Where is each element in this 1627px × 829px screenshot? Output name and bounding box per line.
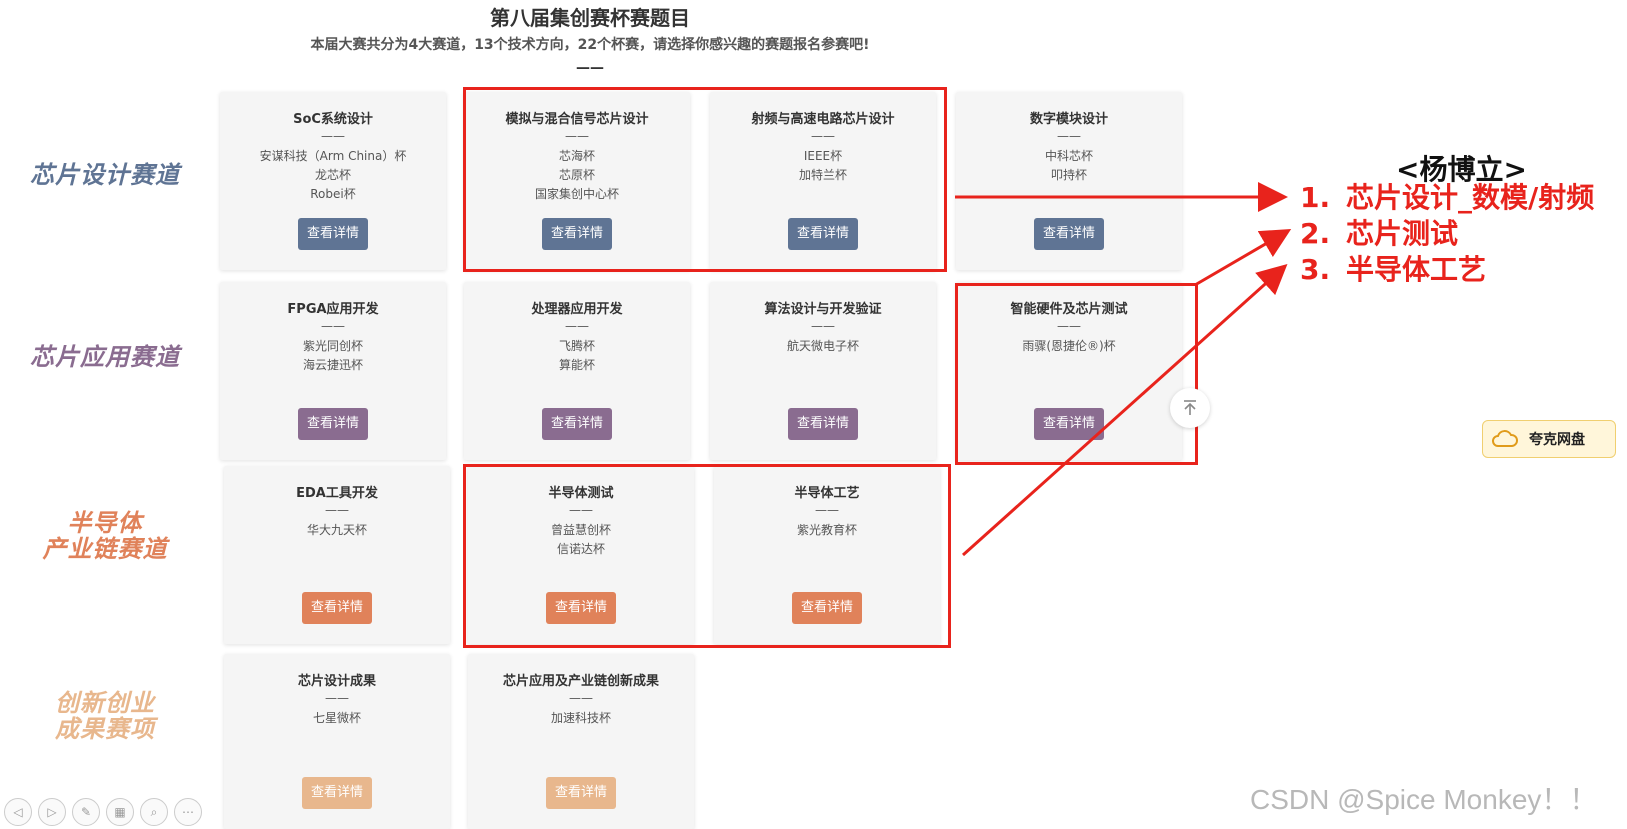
annotation-item: 3. 半导体工艺 [1300,252,1594,288]
pen-icon[interactable]: ✎ [72,798,100,826]
quark-drive-widget[interactable]: 夸克网盘 [1482,420,1616,458]
annotation-list: 1. 芯片设计_数模/射频 2. 芯片测试 3. 半导体工艺 [1300,180,1594,288]
annotation-item-text: 半导体工艺 [1346,253,1487,286]
next-icon[interactable]: ▷ [38,798,66,826]
annotation-item-text: 芯片设计_数模/射频 [1346,181,1595,214]
grid-icon[interactable]: ▦ [106,798,134,826]
cloud-icon [1492,430,1518,447]
scroll-to-top-button[interactable] [1170,388,1210,428]
watermark: CSDN @Spice Monkey！！ [1250,784,1598,815]
annotation-item-number: 3. [1300,253,1331,286]
quark-drive-label: 夸克网盘 [1529,432,1585,448]
arrow-process [961,263,1288,557]
annotation-item: 2. 芯片测试 [1300,216,1594,252]
arrow-up-to-top-icon [1184,400,1196,415]
zoom-icon[interactable]: ⌕ [140,798,168,826]
annotation-arrows [955,182,1292,557]
annotation-item: 1. 芯片设计_数模/射频 [1300,180,1594,216]
previous-icon[interactable]: ◁ [4,798,32,826]
slide-toolbar: ◁ ▷ ✎ ▦ ⌕ ⋯ [4,798,202,826]
more-icon[interactable]: ⋯ [174,798,202,826]
annotation-item-text: 芯片测试 [1346,217,1459,250]
annotation-item-number: 1. [1300,181,1331,214]
annotation-item-number: 2. [1300,217,1331,250]
